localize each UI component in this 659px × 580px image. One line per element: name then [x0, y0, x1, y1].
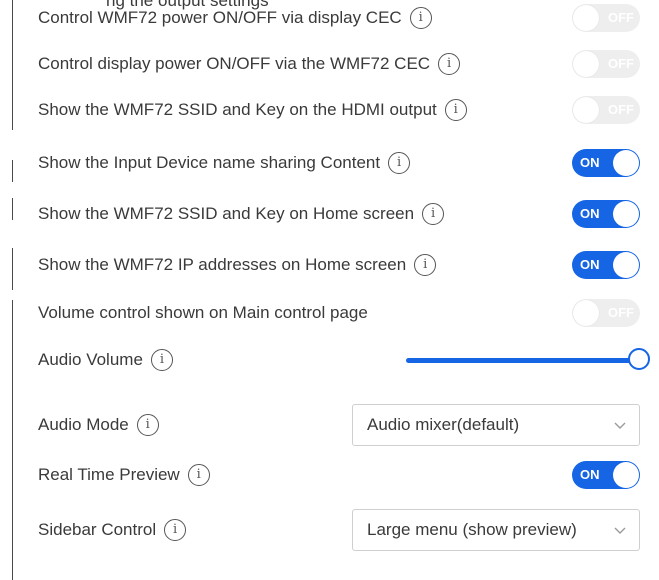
setting-label-text: Audio Mode: [38, 415, 129, 434]
setting-label: Show the Input Device name sharing Conte…: [38, 152, 411, 174]
setting-row-real-time-preview: Real Time Preview i ON: [0, 455, 659, 495]
toggle-knob: [573, 300, 599, 326]
toggle-knob: [573, 51, 599, 77]
toggle-show-the-input-device-name-sharing-content[interactable]: ON: [572, 149, 640, 177]
setting-label: Sidebar Control i: [38, 519, 187, 541]
toggle-real-time-preview[interactable]: ON: [572, 461, 640, 489]
setting-label-text: Audio Volume: [38, 350, 143, 369]
toggle-state-text: OFF: [608, 10, 634, 25]
toggle-state-text: ON: [580, 155, 600, 170]
setting-label-text: Sidebar Control: [38, 520, 157, 539]
toggle-knob: [613, 150, 639, 176]
setting-label: Show the WMF72 SSID and Key on the HDMI …: [38, 99, 467, 121]
setting-label: Show the WMF72 SSID and Key on Home scre…: [38, 203, 445, 225]
info-icon[interactable]: i: [150, 349, 173, 371]
setting-row-show-the-wmf72-ssid-and-key-on-the-hdmi-output: Show the WMF72 SSID and Key on the HDMI …: [0, 90, 659, 130]
setting-label: Control WMF72 power ON/OFF via display C…: [38, 7, 432, 29]
toggle-knob: [613, 462, 639, 488]
info-icon[interactable]: i: [422, 203, 445, 225]
info-icon[interactable]: i: [414, 254, 437, 276]
setting-label: Control display power ON/OFF via the WMF…: [38, 53, 461, 75]
info-icon[interactable]: i: [444, 99, 467, 121]
info-icon[interactable]: i: [187, 464, 210, 486]
toggle-show-the-wmf72-ssid-and-key-on-the-hdmi-output[interactable]: OFF: [572, 96, 640, 124]
setting-row-show-the-wmf72-ssid-and-key-on-home-screen: Show the WMF72 SSID and Key on Home scre…: [0, 194, 659, 234]
setting-row-control-wmf72-power-on-off-via-display-cec: Control WMF72 power ON/OFF via display C…: [0, 0, 659, 38]
setting-row-sidebar-control: Sidebar Control i Large menu (show preview…: [0, 509, 659, 551]
info-icon[interactable]: i: [438, 53, 461, 75]
setting-label-text: Control display power ON/OFF via the WMF…: [38, 54, 431, 73]
audio-mode-select[interactable]: Audio mixer(default): [352, 404, 640, 446]
toggle-state-text: OFF: [608, 56, 634, 71]
setting-label: Show the WMF72 IP addresses on Home scre…: [38, 254, 437, 276]
setting-label-text: Show the WMF72 SSID and Key on the HDMI …: [38, 100, 437, 119]
toggle-state-text: OFF: [608, 102, 634, 117]
toggle-control-wmf72-power-on-off-via-display-cec[interactable]: OFF: [572, 4, 640, 32]
toggle-state-text: OFF: [608, 305, 634, 320]
chevron-down-icon: [614, 527, 626, 534]
setting-label: Audio Mode i: [38, 414, 159, 436]
setting-label-text: Show the WMF72 IP addresses on Home scre…: [38, 255, 407, 274]
toggle-knob: [573, 97, 599, 123]
setting-row-audio-mode: Audio Mode i Audio mixer(default): [0, 404, 659, 446]
toggle-state-text: ON: [580, 257, 600, 272]
audio-volume-slider[interactable]: [406, 348, 650, 372]
toggle-show-the-wmf72-ssid-and-key-on-home-screen[interactable]: ON: [572, 200, 640, 228]
chevron-down-icon: [614, 422, 626, 429]
setting-label-text: Show the Input Device name sharing Conte…: [38, 153, 381, 172]
toggle-control-display-power-on-off-via-the-wmf72-cec[interactable]: OFF: [572, 50, 640, 78]
setting-label: Audio Volume i: [38, 349, 173, 371]
setting-row-show-the-input-device-name-sharing-content: Show the Input Device name sharing Conte…: [0, 143, 659, 183]
setting-label: Real Time Preview i: [38, 464, 210, 486]
slider-thumb[interactable]: [628, 348, 650, 370]
setting-label-text: Real Time Preview: [38, 465, 180, 484]
toggle-state-text: ON: [580, 206, 600, 221]
setting-label-text: Volume control shown on Main control pag…: [38, 303, 368, 322]
toggle-state-text: ON: [580, 467, 600, 482]
toggle-show-the-wmf72-ip-addresses-on-home-screen[interactable]: ON: [572, 251, 640, 279]
toggle-volume-control-shown-on-main-control-page[interactable]: OFF: [572, 299, 640, 327]
info-icon[interactable]: i: [136, 414, 159, 436]
toggle-knob: [613, 201, 639, 227]
setting-label-text: Show the WMF72 SSID and Key on Home scre…: [38, 204, 415, 223]
slider-track: [406, 358, 640, 363]
info-icon[interactable]: i: [388, 152, 411, 174]
info-icon[interactable]: i: [409, 7, 432, 29]
select-value: Audio mixer(default): [367, 415, 520, 434]
setting-label: Volume control shown on Main control pag…: [38, 303, 368, 323]
setting-label-text: Control WMF72 power ON/OFF via display C…: [38, 8, 402, 27]
select-value: Large menu (show preview): [367, 520, 577, 539]
setting-row-show-the-wmf72-ip-addresses-on-home-screen: Show the WMF72 IP addresses on Home scre…: [0, 245, 659, 285]
toggle-knob: [573, 5, 599, 31]
setting-row-volume-control-shown-on-main-control-page: Volume control shown on Main control pag…: [0, 293, 659, 333]
info-icon[interactable]: i: [164, 519, 187, 541]
setting-row-control-display-power-on-off-via-the-wmf72-cec: Control display power ON/OFF via the WMF…: [0, 44, 659, 84]
sidebar-control-select[interactable]: Large menu (show preview): [352, 509, 640, 551]
settings-page: ng the output settings Control WMF72 pow…: [0, 0, 659, 580]
toggle-knob: [613, 252, 639, 278]
setting-row-audio-volume: Audio Volume i: [0, 340, 659, 380]
